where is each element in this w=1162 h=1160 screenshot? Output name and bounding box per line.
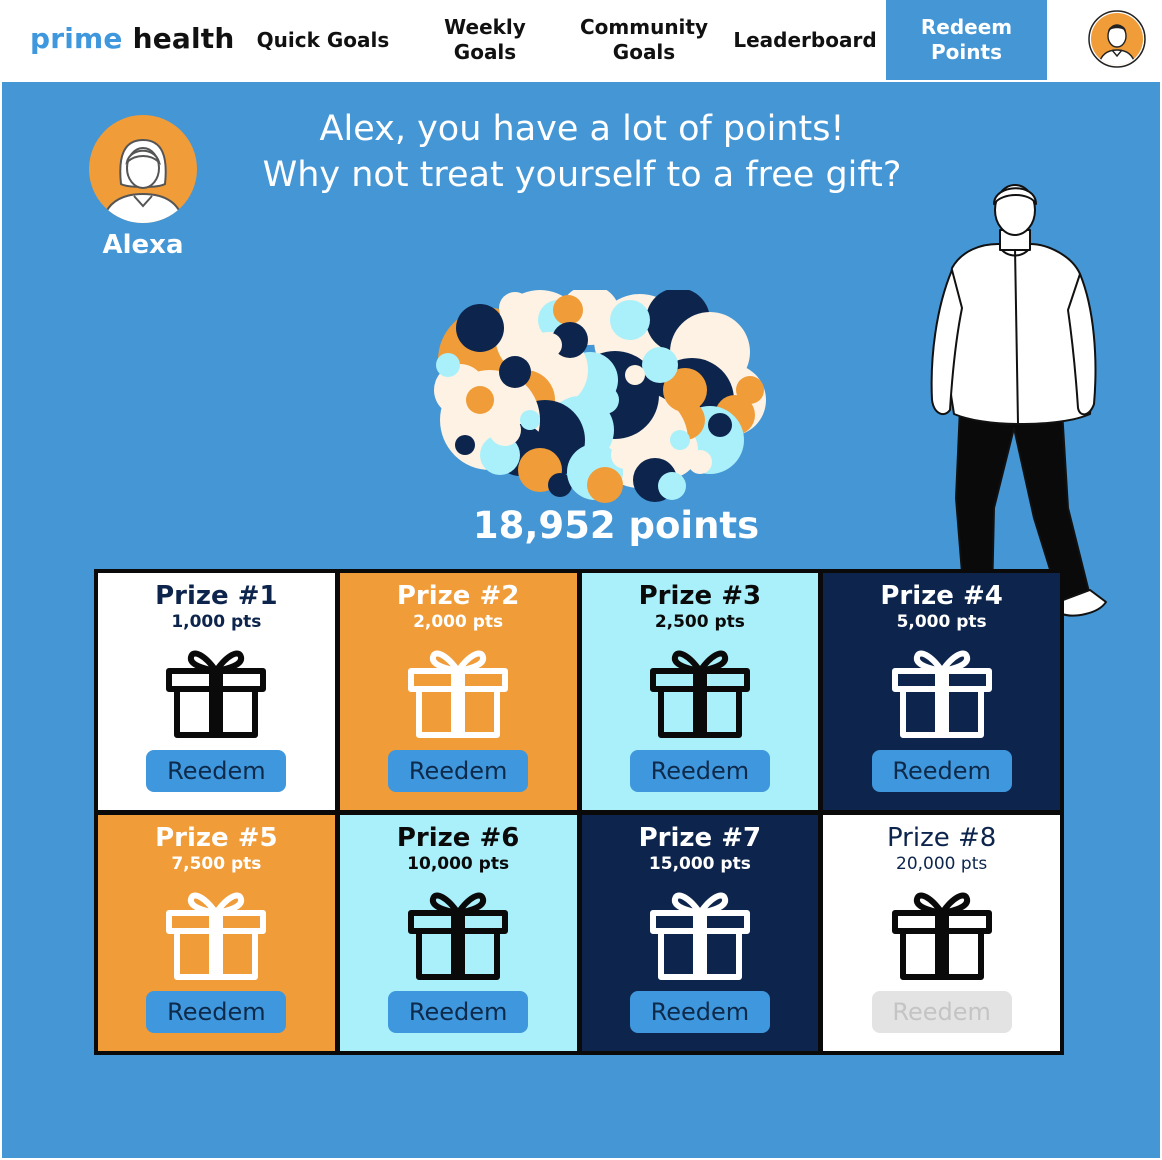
prize-points: 20,000 pts xyxy=(896,853,988,874)
brand-prime: prime xyxy=(30,22,123,55)
prize-title: Prize #8 xyxy=(886,822,997,853)
prize-title: Prize #6 xyxy=(396,822,520,853)
prize-points: 2,500 pts xyxy=(654,612,745,632)
prize-card-3: Prize #3 2,500 pts Reedem xyxy=(581,573,819,810)
gift-icon xyxy=(408,892,509,980)
gift-icon xyxy=(649,892,750,980)
reward-message: Alex, you have a lot of points! Why not … xyxy=(182,106,982,198)
prize-card-4: Prize #4 5,000 pts Reedem xyxy=(823,573,1060,810)
prize-title: Prize #7 xyxy=(638,822,762,853)
prize-points: 10,000 pts xyxy=(407,853,510,874)
prize-points: 15,000 pts xyxy=(648,853,751,874)
gift-icon xyxy=(649,650,750,738)
nav-redeem-points[interactable]: Redeem Points xyxy=(886,0,1047,80)
nav-community-goals-label: Community Goals xyxy=(579,15,709,64)
app-root: prime health Quick Goals Weekly Goals Co… xyxy=(0,0,1162,1160)
gift-icon xyxy=(166,650,267,738)
nav-weekly-goals[interactable]: Weekly Goals xyxy=(432,0,538,80)
prize-grid: Prize #1 1,000 pts Reedem Prize #2 2,000… xyxy=(94,569,1064,1055)
nav-quick-goals[interactable]: Quick Goals xyxy=(244,0,402,80)
prize-title: Prize #1 xyxy=(155,581,278,611)
nav-leaderboard[interactable]: Leaderboard xyxy=(730,0,880,80)
redeem-button-prize-4[interactable]: Reedem xyxy=(871,749,1012,792)
prize-card-2: Prize #2 2,000 pts Reedem xyxy=(339,573,577,810)
user-avatar-icon[interactable] xyxy=(1088,10,1146,68)
nav-redeem-points-label: Redeem Points xyxy=(920,15,1013,64)
nav-community-goals[interactable]: Community Goals xyxy=(572,0,716,80)
redeem-button-prize-3[interactable]: Reedem xyxy=(629,749,770,792)
redeem-button-prize-7[interactable]: Reedem xyxy=(629,991,770,1033)
redeem-button-prize-6[interactable]: Reedem xyxy=(388,991,529,1033)
gift-icon xyxy=(891,892,992,980)
prize-title: Prize #3 xyxy=(638,581,762,611)
nav-leaderboard-label: Leaderboard xyxy=(733,27,877,52)
nav-weekly-goals-label: Weekly Goals xyxy=(444,15,526,64)
prize-card-5: Prize #5 7,500 pts Reedem xyxy=(98,814,335,1051)
prize-points: 2,000 pts xyxy=(413,612,504,632)
prize-title: Prize #5 xyxy=(155,822,278,853)
redeem-button-prize-1[interactable]: Reedem xyxy=(146,749,287,792)
redeem-button-prize-2[interactable]: Reedem xyxy=(388,749,529,792)
top-nav: prime health Quick Goals Weekly Goals Co… xyxy=(0,0,1162,80)
redeem-button-prize-8[interactable]: Reedem xyxy=(871,991,1012,1033)
prize-title: Prize #2 xyxy=(396,581,520,611)
reward-message-line1: Alex, you have a lot of points! xyxy=(319,109,845,149)
prize-card-1: Prize #1 1,000 pts Reedem xyxy=(98,573,335,810)
points-bubbles-graphic xyxy=(434,290,766,503)
gift-icon xyxy=(891,650,992,738)
prize-card-6: Prize #6 10,000 pts Reedem xyxy=(339,814,577,1051)
nav-quick-goals-label: Quick Goals xyxy=(256,27,390,52)
brand-health: health xyxy=(132,22,235,55)
prize-title: Prize #4 xyxy=(880,581,1003,611)
gift-icon xyxy=(408,650,509,738)
prize-card-7: Prize #7 15,000 pts Reedem xyxy=(581,814,819,1051)
brand-logo[interactable]: prime health xyxy=(30,22,235,55)
assistant-name: Alexa xyxy=(102,230,184,260)
prize-points: 7,500 pts xyxy=(171,853,262,874)
prize-points: 5,000 pts xyxy=(896,612,987,632)
redeem-button-prize-5[interactable]: Reedem xyxy=(146,991,287,1033)
reward-message-line2: Why not treat yourself to a free gift? xyxy=(262,155,902,195)
points-total: 18,952 points xyxy=(472,504,760,547)
prize-points: 1,000 pts xyxy=(171,612,262,632)
person-illustration xyxy=(930,184,1107,617)
gift-icon xyxy=(166,892,267,980)
prize-card-8: Prize #8 20,000 pts Reedem xyxy=(823,814,1060,1051)
